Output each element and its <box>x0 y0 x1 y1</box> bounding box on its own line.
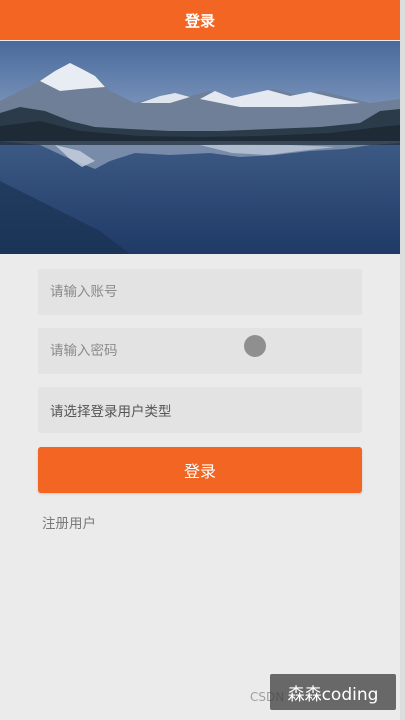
screen-edge <box>400 0 405 720</box>
top-app-bar: 登录 <box>0 0 400 40</box>
account-input[interactable] <box>38 269 362 315</box>
user-type-placeholder: 请选择登录用户类型 <box>50 404 172 420</box>
author-watermark: 森森coding <box>270 674 396 710</box>
author-watermark-text: 森森coding <box>287 684 379 705</box>
login-button-label: 登录 <box>183 462 216 481</box>
page-title: 登录 <box>184 11 215 30</box>
register-link[interactable]: 注册用户 <box>42 512 96 532</box>
user-type-select[interactable]: 请选择登录用户类型 <box>38 387 362 433</box>
mountain-lake-illustration <box>0 41 400 254</box>
password-input[interactable] <box>38 328 362 374</box>
touch-indicator <box>244 335 266 357</box>
banner-image <box>0 41 400 254</box>
login-button[interactable]: 登录 <box>38 447 362 493</box>
